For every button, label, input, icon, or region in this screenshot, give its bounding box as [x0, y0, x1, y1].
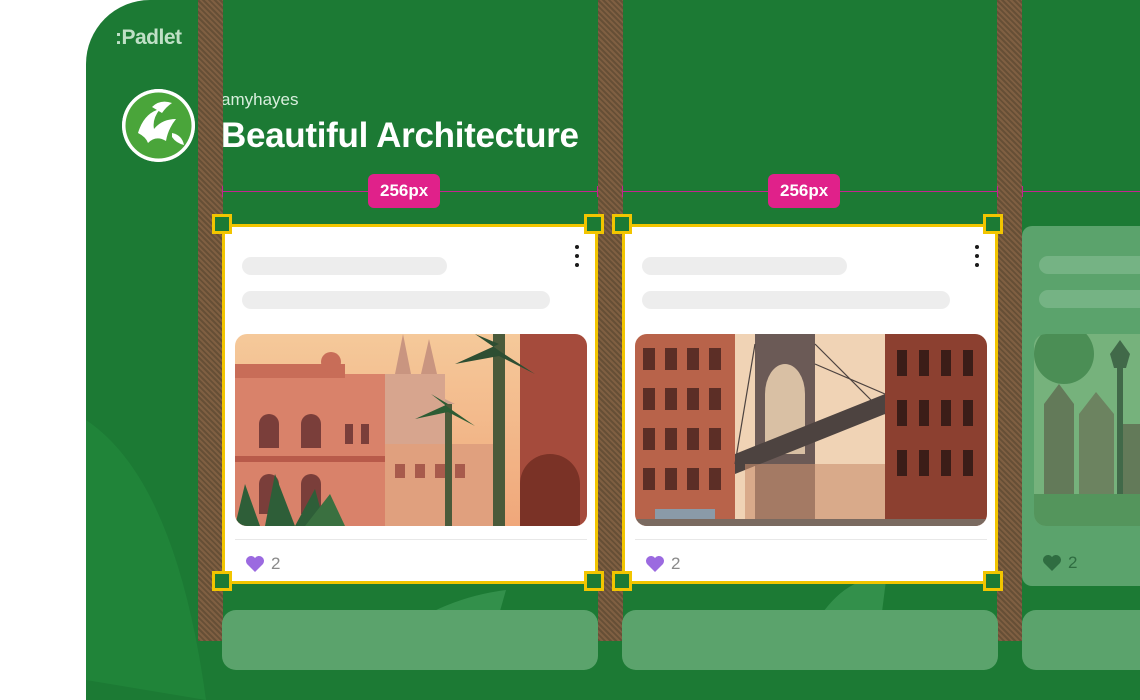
post-card[interactable]: [1022, 610, 1140, 670]
measure-tick: [222, 186, 223, 197]
measure-tick: [622, 186, 623, 197]
resize-handle[interactable]: [212, 571, 232, 591]
heart-icon[interactable]: [645, 555, 665, 573]
like-count: 2: [671, 554, 681, 573]
column-width-badge: 256px: [768, 174, 841, 208]
measure-tick: [997, 186, 998, 197]
card-divider: [235, 539, 587, 540]
resize-handle[interactable]: [983, 214, 1003, 234]
resize-handle[interactable]: [584, 571, 604, 591]
board-owner-name: amyhayes: [221, 90, 299, 109]
resize-handle[interactable]: [612, 214, 632, 234]
card-divider: [635, 539, 987, 540]
like-reaction[interactable]: 2: [645, 554, 680, 574]
column-width-badge: 256px: [368, 174, 441, 208]
resize-handle[interactable]: [584, 214, 604, 234]
post-title-placeholder: [1039, 256, 1140, 274]
post-body-placeholder: [642, 291, 950, 309]
post-body-placeholder: [1039, 290, 1140, 308]
heart-icon[interactable]: [1042, 554, 1062, 572]
post-image[interactable]: [235, 334, 587, 526]
european-street-lamp-illustration: [1034, 334, 1140, 526]
column-width-line: [1022, 191, 1140, 192]
like-count: 2: [1068, 553, 1078, 572]
resize-handle[interactable]: [983, 571, 1003, 591]
like-reaction[interactable]: 2: [245, 554, 280, 574]
brooklyn-bridge-street-illustration: [635, 334, 987, 526]
measure-tick: [597, 186, 598, 197]
post-card[interactable]: [622, 610, 998, 670]
post-menu-icon[interactable]: [974, 245, 980, 267]
post-image[interactable]: [1034, 334, 1140, 526]
column-gutter-guide: [598, 0, 623, 641]
board-title: Beautiful Architecture: [221, 116, 579, 155]
like-reaction[interactable]: 2: [1042, 553, 1077, 573]
resize-handle[interactable]: [612, 571, 632, 591]
leaf-avatar-icon: [122, 89, 195, 162]
post-title-placeholder: [642, 257, 847, 275]
post-title-placeholder: [242, 257, 447, 275]
like-count: 2: [271, 554, 281, 573]
post-body-placeholder: [242, 291, 550, 309]
measure-tick: [1022, 186, 1023, 197]
heart-icon[interactable]: [245, 555, 265, 573]
mediterranean-city-illustration: [235, 334, 587, 526]
column-gutter-guide: [198, 0, 223, 641]
post-card[interactable]: 2: [222, 224, 598, 584]
post-card[interactable]: 2: [622, 224, 998, 584]
post-card[interactable]: [222, 610, 598, 670]
post-card[interactable]: 2: [1022, 226, 1140, 586]
post-image[interactable]: [635, 334, 987, 526]
resize-handle[interactable]: [212, 214, 232, 234]
padlet-logo[interactable]: :Padlet: [115, 26, 182, 50]
post-menu-icon[interactable]: [574, 245, 580, 267]
column-gutter-guide: [997, 0, 1022, 641]
board-avatar: [122, 89, 195, 162]
